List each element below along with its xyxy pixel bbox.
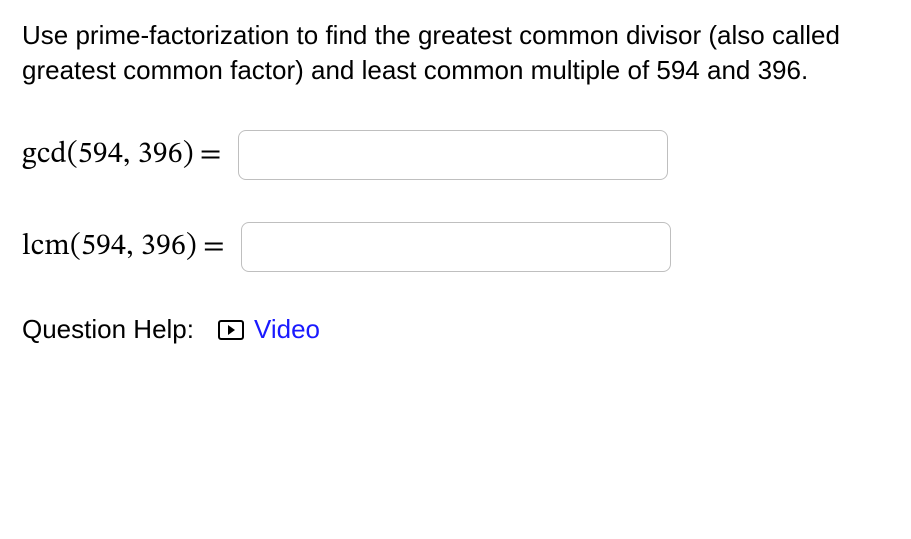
gcd-label: gcd(594, 396)= (22, 136, 228, 174)
question-help-label: Question Help: (22, 314, 194, 345)
video-play-icon (218, 320, 244, 340)
gcd-row: gcd(594, 396)= (22, 130, 889, 180)
video-help-link[interactable]: Video (218, 314, 320, 345)
gcd-func: gcd (22, 140, 67, 170)
lcm-row: lcm(594, 396)= (22, 222, 889, 272)
question-text: Use prime-factorization to find the grea… (22, 18, 889, 88)
lcm-label: lcm(594, 396)= (22, 228, 231, 266)
lcm-args: (594, 396) (70, 232, 197, 262)
gcd-args: (594, 396) (67, 140, 194, 170)
gcd-input[interactable] (238, 130, 668, 180)
lcm-input[interactable] (241, 222, 671, 272)
video-link-text: Video (254, 314, 320, 345)
lcm-equals: = (197, 232, 231, 262)
question-help-row: Question Help: Video (22, 314, 889, 345)
gcd-equals: = (194, 140, 228, 170)
lcm-func: lcm (22, 232, 70, 262)
